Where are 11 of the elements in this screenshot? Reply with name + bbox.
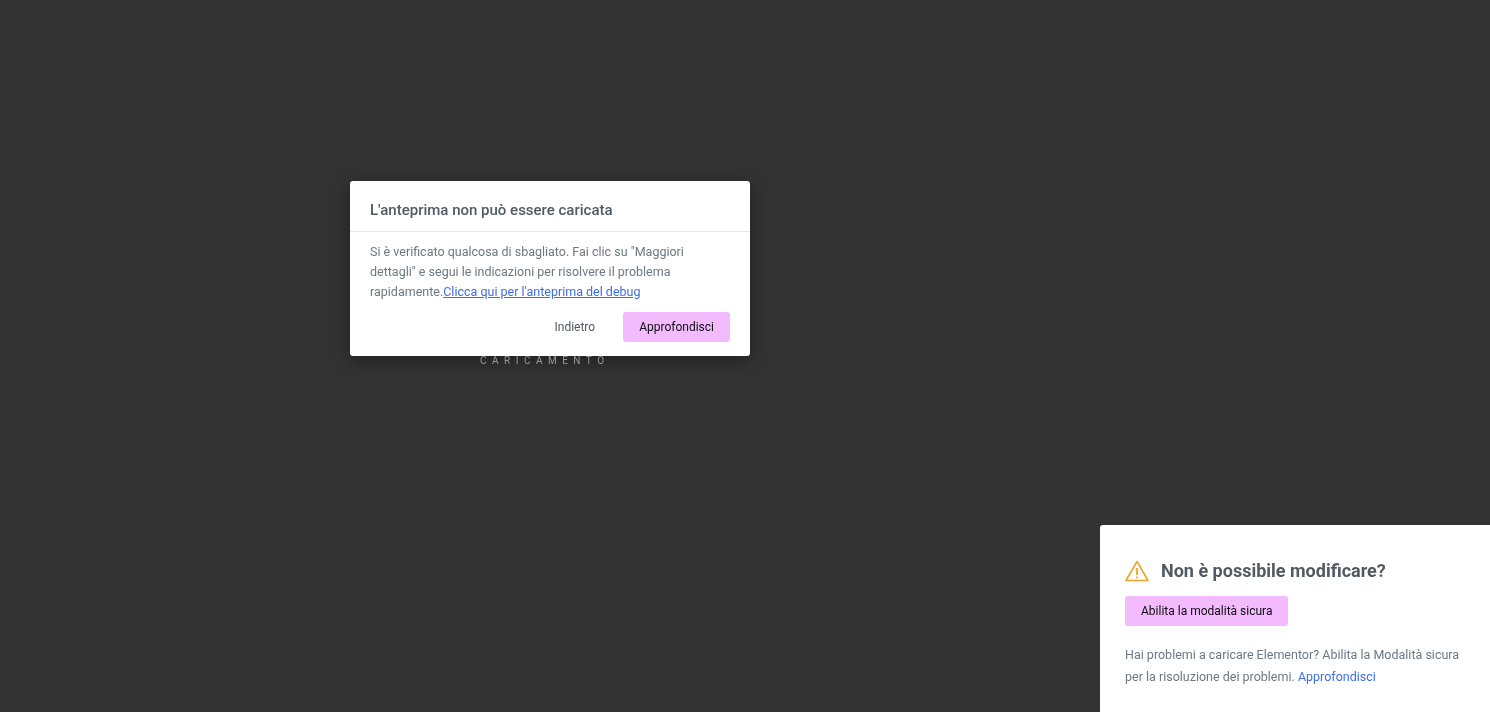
- safe-mode-title: Non è possibile modificare?: [1161, 559, 1386, 583]
- warning-icon: [1125, 559, 1149, 582]
- dialog-message: Si è verificato qualcosa di sbagliato. Fai clic su "Maggiori dettagli" e segui le indicazioni per risolvere il problema rapidamente.Clicca qui per l'anteprima del debug: [370, 242, 685, 301]
- enable-safe-mode-button[interactable]: Abilita la modalità sicura: [1125, 596, 1289, 626]
- learn-more-link[interactable]: Approfondisci: [1297, 669, 1376, 684]
- debug-link[interactable]: Clicca qui per l'anteprima del debug: [443, 283, 641, 299]
- loading-text: CARICAMENTO: [480, 355, 610, 367]
- learn-more-button[interactable]: Approfondisci: [623, 311, 730, 342]
- safe-mode-message: Hai problemi a caricare Elementor? Abilita la Modalità sicura per la risoluzione dei problemi. Approfondisci: [1125, 646, 1461, 686]
- dialog-title: L'anteprima non può essere caricata: [370, 200, 614, 221]
- back-button[interactable]: Indietro: [534, 311, 616, 342]
